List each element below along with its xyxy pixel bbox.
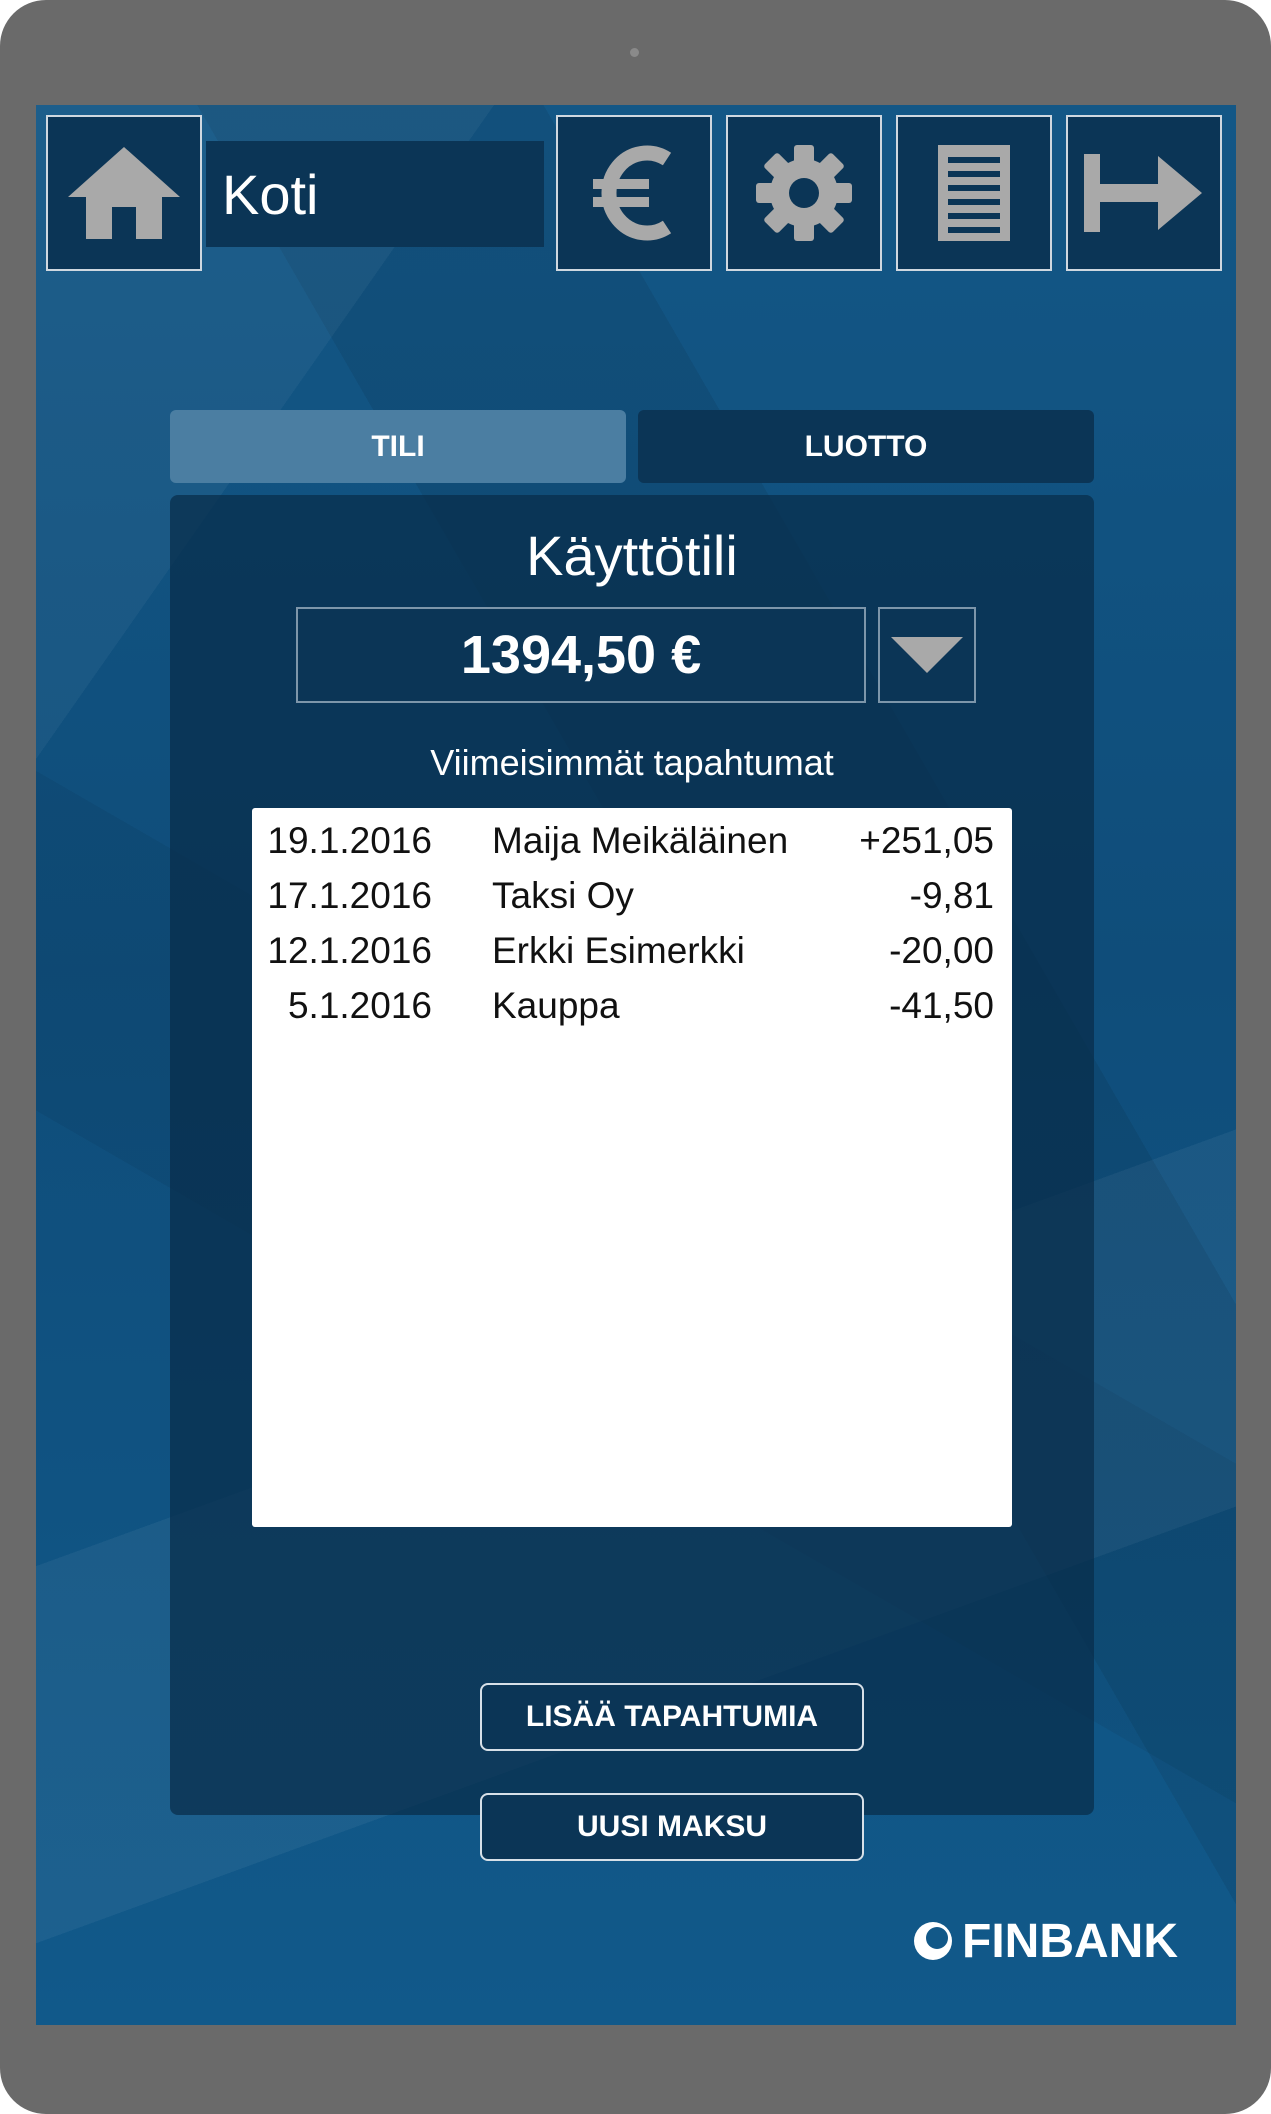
- table-row[interactable]: 19.1.2016 Maija Meikäläinen +251,05: [252, 820, 1012, 875]
- account-panel: Käyttötili 1394,50 € Viimeisimmät tapaht…: [170, 495, 1094, 1861]
- logo-mark-icon: [914, 1922, 952, 1960]
- home-icon: [68, 147, 180, 239]
- table-row[interactable]: 12.1.2016 Erkki Esimerkki -20,00: [252, 930, 1012, 985]
- finbank-logo: FINBANK: [912, 1913, 1178, 1969]
- transactions-list[interactable]: 19.1.2016 Maija Meikäläinen +251,05 17.1…: [252, 808, 1012, 1527]
- transaction-amount: -20,00: [889, 930, 994, 971]
- chevron-down-icon: [891, 637, 963, 673]
- transaction-name: Erkki Esimerkki: [492, 930, 745, 971]
- transaction-name: Taksi Oy: [492, 875, 634, 916]
- page-title: Koti: [222, 162, 319, 226]
- logout-button[interactable]: [1066, 115, 1222, 271]
- account-name: Käyttötili: [526, 524, 738, 587]
- tablet-frame: Koti TILI LUOTTO Käyttötili 1394,50 € Vi…: [0, 0, 1271, 2114]
- tab-luotto[interactable]: LUOTTO: [638, 410, 1094, 483]
- document-icon: [938, 145, 1010, 241]
- brand-name: FINBANK: [962, 1914, 1178, 1968]
- documents-button[interactable]: [896, 115, 1052, 271]
- gear-icon: [756, 145, 852, 241]
- new-payment-button[interactable]: UUSI MAKSU: [480, 1793, 864, 1861]
- transaction-date: 12.1.2016: [267, 930, 432, 971]
- more-transactions-button[interactable]: LISÄÄ TAPAHTUMIA: [480, 1683, 864, 1751]
- transaction-name: Maija Meikäläinen: [492, 820, 789, 861]
- home-button[interactable]: [46, 115, 202, 271]
- page-title-box: Koti: [206, 141, 544, 247]
- euro-icon: [593, 145, 672, 241]
- transaction-date: 19.1.2016: [267, 820, 432, 861]
- transaction-amount: -9,81: [909, 875, 994, 916]
- app-screen: Koti TILI LUOTTO Käyttötili 1394,50 € Vi…: [36, 105, 1236, 2025]
- table-row[interactable]: 5.1.2016 Kauppa -41,50: [252, 985, 1012, 1040]
- account-balance: 1394,50 €: [296, 607, 866, 703]
- transaction-amount: +251,05: [859, 820, 994, 861]
- camera-dot: [630, 48, 639, 57]
- payments-button[interactable]: [556, 115, 712, 271]
- table-row[interactable]: 17.1.2016 Taksi Oy -9,81: [252, 875, 1012, 930]
- transaction-amount: -41,50: [889, 985, 994, 1026]
- transactions-heading: Viimeisimmät tapahtumat: [430, 742, 834, 783]
- settings-button[interactable]: [726, 115, 882, 271]
- tab-tili[interactable]: TILI: [170, 410, 626, 483]
- transaction-name: Kauppa: [492, 985, 620, 1026]
- account-dropdown-button[interactable]: [878, 607, 976, 703]
- transaction-date: 5.1.2016: [287, 985, 432, 1026]
- transaction-date: 17.1.2016: [267, 875, 432, 916]
- logout-arrow-icon: [1084, 154, 1202, 232]
